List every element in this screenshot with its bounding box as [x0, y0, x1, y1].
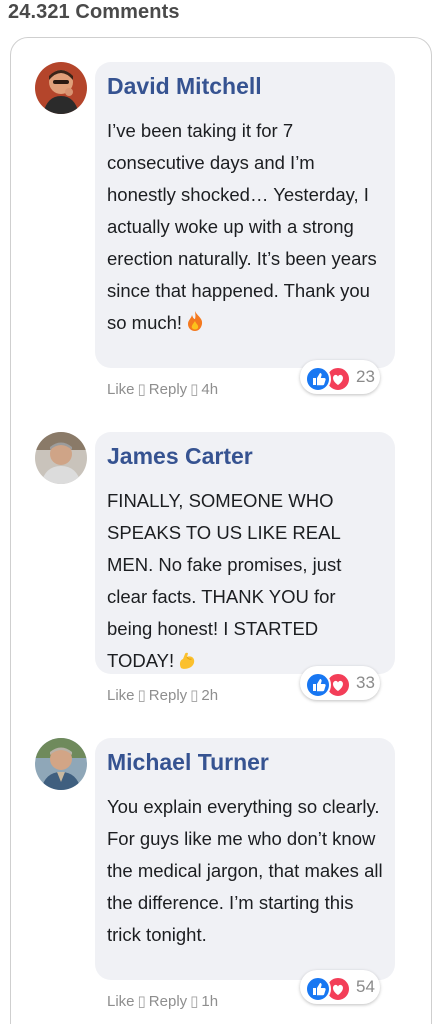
comment-text: FINALLY, SOMEONE WHO SPEAKS TO US LIKE R… [107, 485, 383, 680]
avatar[interactable] [35, 432, 87, 484]
like-link[interactable]: Like [107, 687, 135, 704]
reactions-pill[interactable]: 23 [300, 360, 380, 394]
reactions-pill[interactable]: 33 [300, 666, 380, 700]
comment-bubble: David Mitchell I’ve been taking it for 7… [95, 62, 395, 368]
comment-actions: Like ▯ Reply ▯ 4h [107, 380, 218, 398]
avatar[interactable] [35, 738, 87, 790]
fire-emoji [185, 310, 205, 342]
reaction-count: 54 [356, 977, 375, 996]
comment-time: 2h [201, 687, 219, 704]
comment-author[interactable]: Michael Turner [107, 746, 383, 778]
comment-bubble: James Carter FINALLY, SOMEONE WHO SPEAKS… [95, 432, 395, 674]
reaction-count: 33 [356, 673, 375, 692]
separator: ▯ [137, 993, 146, 1010]
reactions-pill[interactable]: 54 [300, 970, 380, 1004]
comment-text: You explain everything so clearly. For g… [107, 796, 383, 945]
reaction-count: 23 [356, 367, 375, 386]
separator: ▯ [137, 381, 146, 398]
comment-time: 1h [201, 993, 219, 1010]
like-link[interactable]: Like [107, 993, 135, 1010]
reply-link[interactable]: Reply [149, 687, 187, 704]
reply-link[interactable]: Reply [149, 993, 187, 1010]
comment-text: I’ve been taking it for 7 consecutive da… [107, 115, 383, 342]
like-icon [305, 976, 331, 1002]
like-link[interactable]: Like [107, 381, 135, 398]
flexed-biceps-emoji [177, 648, 197, 680]
like-icon [305, 366, 331, 392]
comment-actions: Like ▯ Reply ▯ 1h [107, 992, 218, 1010]
comment-author[interactable]: James Carter [107, 440, 383, 472]
comment-bubble: Michael Turner You explain everything so… [95, 738, 395, 980]
comment-time: 4h [201, 381, 219, 398]
comment-author[interactable]: David Mitchell [107, 70, 383, 102]
separator: ▯ [190, 687, 199, 704]
separator: ▯ [190, 381, 199, 398]
comment-count-heading: 24.321 Comments [8, 1, 180, 23]
avatar[interactable] [35, 62, 87, 114]
comment-actions: Like ▯ Reply ▯ 2h [107, 686, 218, 704]
separator: ▯ [190, 993, 199, 1010]
reply-link[interactable]: Reply [149, 381, 187, 398]
comments-page: 24.321 Comments David Mitchell I’ve been… [0, 0, 442, 1024]
like-icon [305, 672, 331, 698]
separator: ▯ [137, 687, 146, 704]
